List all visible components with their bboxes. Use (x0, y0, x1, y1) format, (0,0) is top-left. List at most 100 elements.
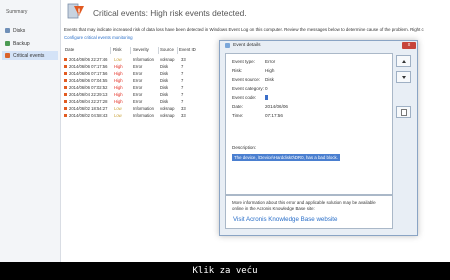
cell-severity: Error (133, 64, 143, 69)
field-label-event-source: Event source: (232, 77, 261, 82)
table-row[interactable]: 2014/06/06 07:02:52 High Error Disk 7 (63, 84, 200, 91)
event-flag-icon (64, 71, 67, 76)
table-row[interactable]: 2014/06/02 04:58:43 Low Information vols… (63, 112, 200, 119)
cell-severity: Error (133, 85, 143, 90)
column-divider[interactable] (110, 47, 111, 54)
dialog-titlebar[interactable]: Event details (220, 41, 417, 50)
sidebar: Summary Disks Backup Critical events (0, 0, 61, 262)
description-text[interactable]: The device, \Device\Harddisk0\DR0, has a… (232, 154, 340, 161)
event-flag-icon (64, 113, 67, 118)
column-header-date[interactable]: Date (65, 47, 74, 52)
cell-source: volsnap (160, 113, 175, 118)
cell-severity: Information (133, 113, 154, 118)
field-value-risk: High (265, 68, 275, 73)
sidebar-item-backup[interactable]: Backup (2, 39, 58, 48)
cell-date: 2014/06/06 07:02:52 (69, 85, 108, 90)
cell-severity: Information (133, 57, 154, 62)
column-divider[interactable] (130, 47, 131, 54)
table-row[interactable]: 2014/06/04 22:29:13 High Error Disk 7 (63, 91, 200, 98)
cell-source: volsnap (160, 57, 175, 62)
event-flag-icon (64, 64, 67, 69)
cell-source: Disk (160, 78, 169, 83)
cell-event-id: 7 (181, 64, 184, 69)
cell-event-id: 33 (181, 113, 186, 118)
disk-icon (5, 28, 10, 33)
knowledge-base-link[interactable]: Visit Acronis Knowledge Base website (233, 216, 337, 223)
close-button[interactable]: x (402, 42, 416, 49)
field-label-risk: Risk: (232, 68, 243, 73)
cell-event-id: 7 (181, 85, 184, 90)
cell-event-id: 7 (181, 92, 184, 97)
arrow-up-icon (401, 59, 406, 63)
cell-severity: Information (133, 106, 154, 111)
cell-source: Disk (160, 85, 169, 90)
critical-events-icon (5, 53, 10, 58)
cell-date: 2014/06/06 22:27:46 (69, 57, 108, 62)
sidebar-item-critical-events[interactable]: Critical events (2, 51, 58, 60)
column-divider[interactable] (177, 47, 178, 54)
table-row[interactable]: 2014/06/06 07:04:55 High Error Disk 7 (63, 77, 200, 84)
knowledge-base-panel: More information about this error and ap… (225, 195, 393, 229)
table-row[interactable]: 2014/06/06 07:17:56 High Error Disk 7 (63, 63, 200, 70)
next-event-button[interactable] (396, 71, 411, 83)
page-title: Critical events: High risk events detect… (93, 8, 247, 18)
enlarge-caption[interactable]: Klik za veću (0, 262, 450, 280)
cell-source: Disk (160, 99, 169, 104)
dialog-title: Event details (233, 43, 261, 48)
field-label-date: Date: (232, 104, 243, 109)
column-divider[interactable] (158, 47, 159, 54)
field-label-event-type: Event type: (232, 59, 255, 64)
dialog-app-icon (225, 43, 230, 48)
copy-button[interactable] (396, 106, 411, 118)
cell-event-id: 7 (181, 71, 184, 76)
sidebar-item-disks[interactable]: Disks (2, 26, 58, 35)
field-value-event-type: Error (265, 59, 276, 64)
critical-events-header-icon (67, 3, 84, 19)
description-label: Description: (232, 145, 257, 150)
field-value-event-category: 0 (265, 86, 268, 91)
table-row[interactable]: 2014/06/02 18:54:27 Low Information vols… (63, 105, 200, 112)
table-row[interactable]: 2014/06/04 22:27:28 High Error Disk 7 (63, 98, 200, 105)
event-flag-icon (64, 85, 67, 90)
event-flag-icon (64, 78, 67, 83)
cell-risk: Low (114, 113, 122, 118)
event-flag-icon (64, 92, 67, 97)
cell-severity: Error (133, 78, 143, 83)
field-value-time: 07:17:56 (265, 113, 283, 118)
column-header-event-id[interactable]: Event ID (179, 47, 196, 52)
sidebar-item-label: Critical events (13, 52, 45, 59)
field-label-time: Time: (232, 113, 244, 118)
field-label-event-category: Event category: (232, 86, 264, 91)
cell-source: Disk (160, 71, 169, 76)
table-row[interactable]: 2014/06/06 07:17:56 High Error Disk 7 (63, 70, 200, 77)
event-details-dialog: Event details x Event type: Error Risk: … (219, 40, 418, 236)
configure-monitoring-link[interactable]: Configure critical events monitoring (64, 35, 133, 40)
event-flag-icon (64, 57, 67, 62)
knowledge-base-info: More information about this error and ap… (232, 200, 376, 211)
field-value-event-source: Disk (265, 77, 274, 82)
cell-risk: Low (114, 57, 122, 62)
cell-event-id: 33 (181, 57, 186, 62)
cell-severity: Error (133, 71, 143, 76)
table-row[interactable]: 2014/06/06 22:27:46 Low Information vols… (63, 56, 200, 63)
sidebar-item-label: Disks (13, 27, 26, 34)
cell-severity: Error (133, 92, 143, 97)
cell-date: 2014/06/04 22:27:28 (69, 99, 108, 104)
event-code-selection[interactable] (265, 95, 268, 101)
cell-date: 2014/06/06 07:17:56 (69, 64, 108, 69)
field-label-event-code: Event code: (232, 95, 257, 100)
cell-source: volsnap (160, 106, 175, 111)
cell-risk: High (114, 92, 123, 97)
column-header-source[interactable]: Source (160, 47, 174, 52)
sidebar-item-label: Backup (13, 40, 30, 47)
arrow-down-icon (401, 75, 406, 79)
cell-date: 2014/06/04 22:29:13 (69, 92, 108, 97)
event-flag-icon (64, 106, 67, 111)
column-header-severity[interactable]: Severity (133, 47, 149, 52)
cell-risk: Low (114, 106, 122, 111)
event-flag-icon (64, 99, 67, 104)
field-value-event-code[interactable] (265, 95, 268, 101)
previous-event-button[interactable] (396, 55, 411, 67)
column-header-risk[interactable]: Risk (113, 47, 122, 52)
cell-severity: Error (133, 99, 143, 104)
